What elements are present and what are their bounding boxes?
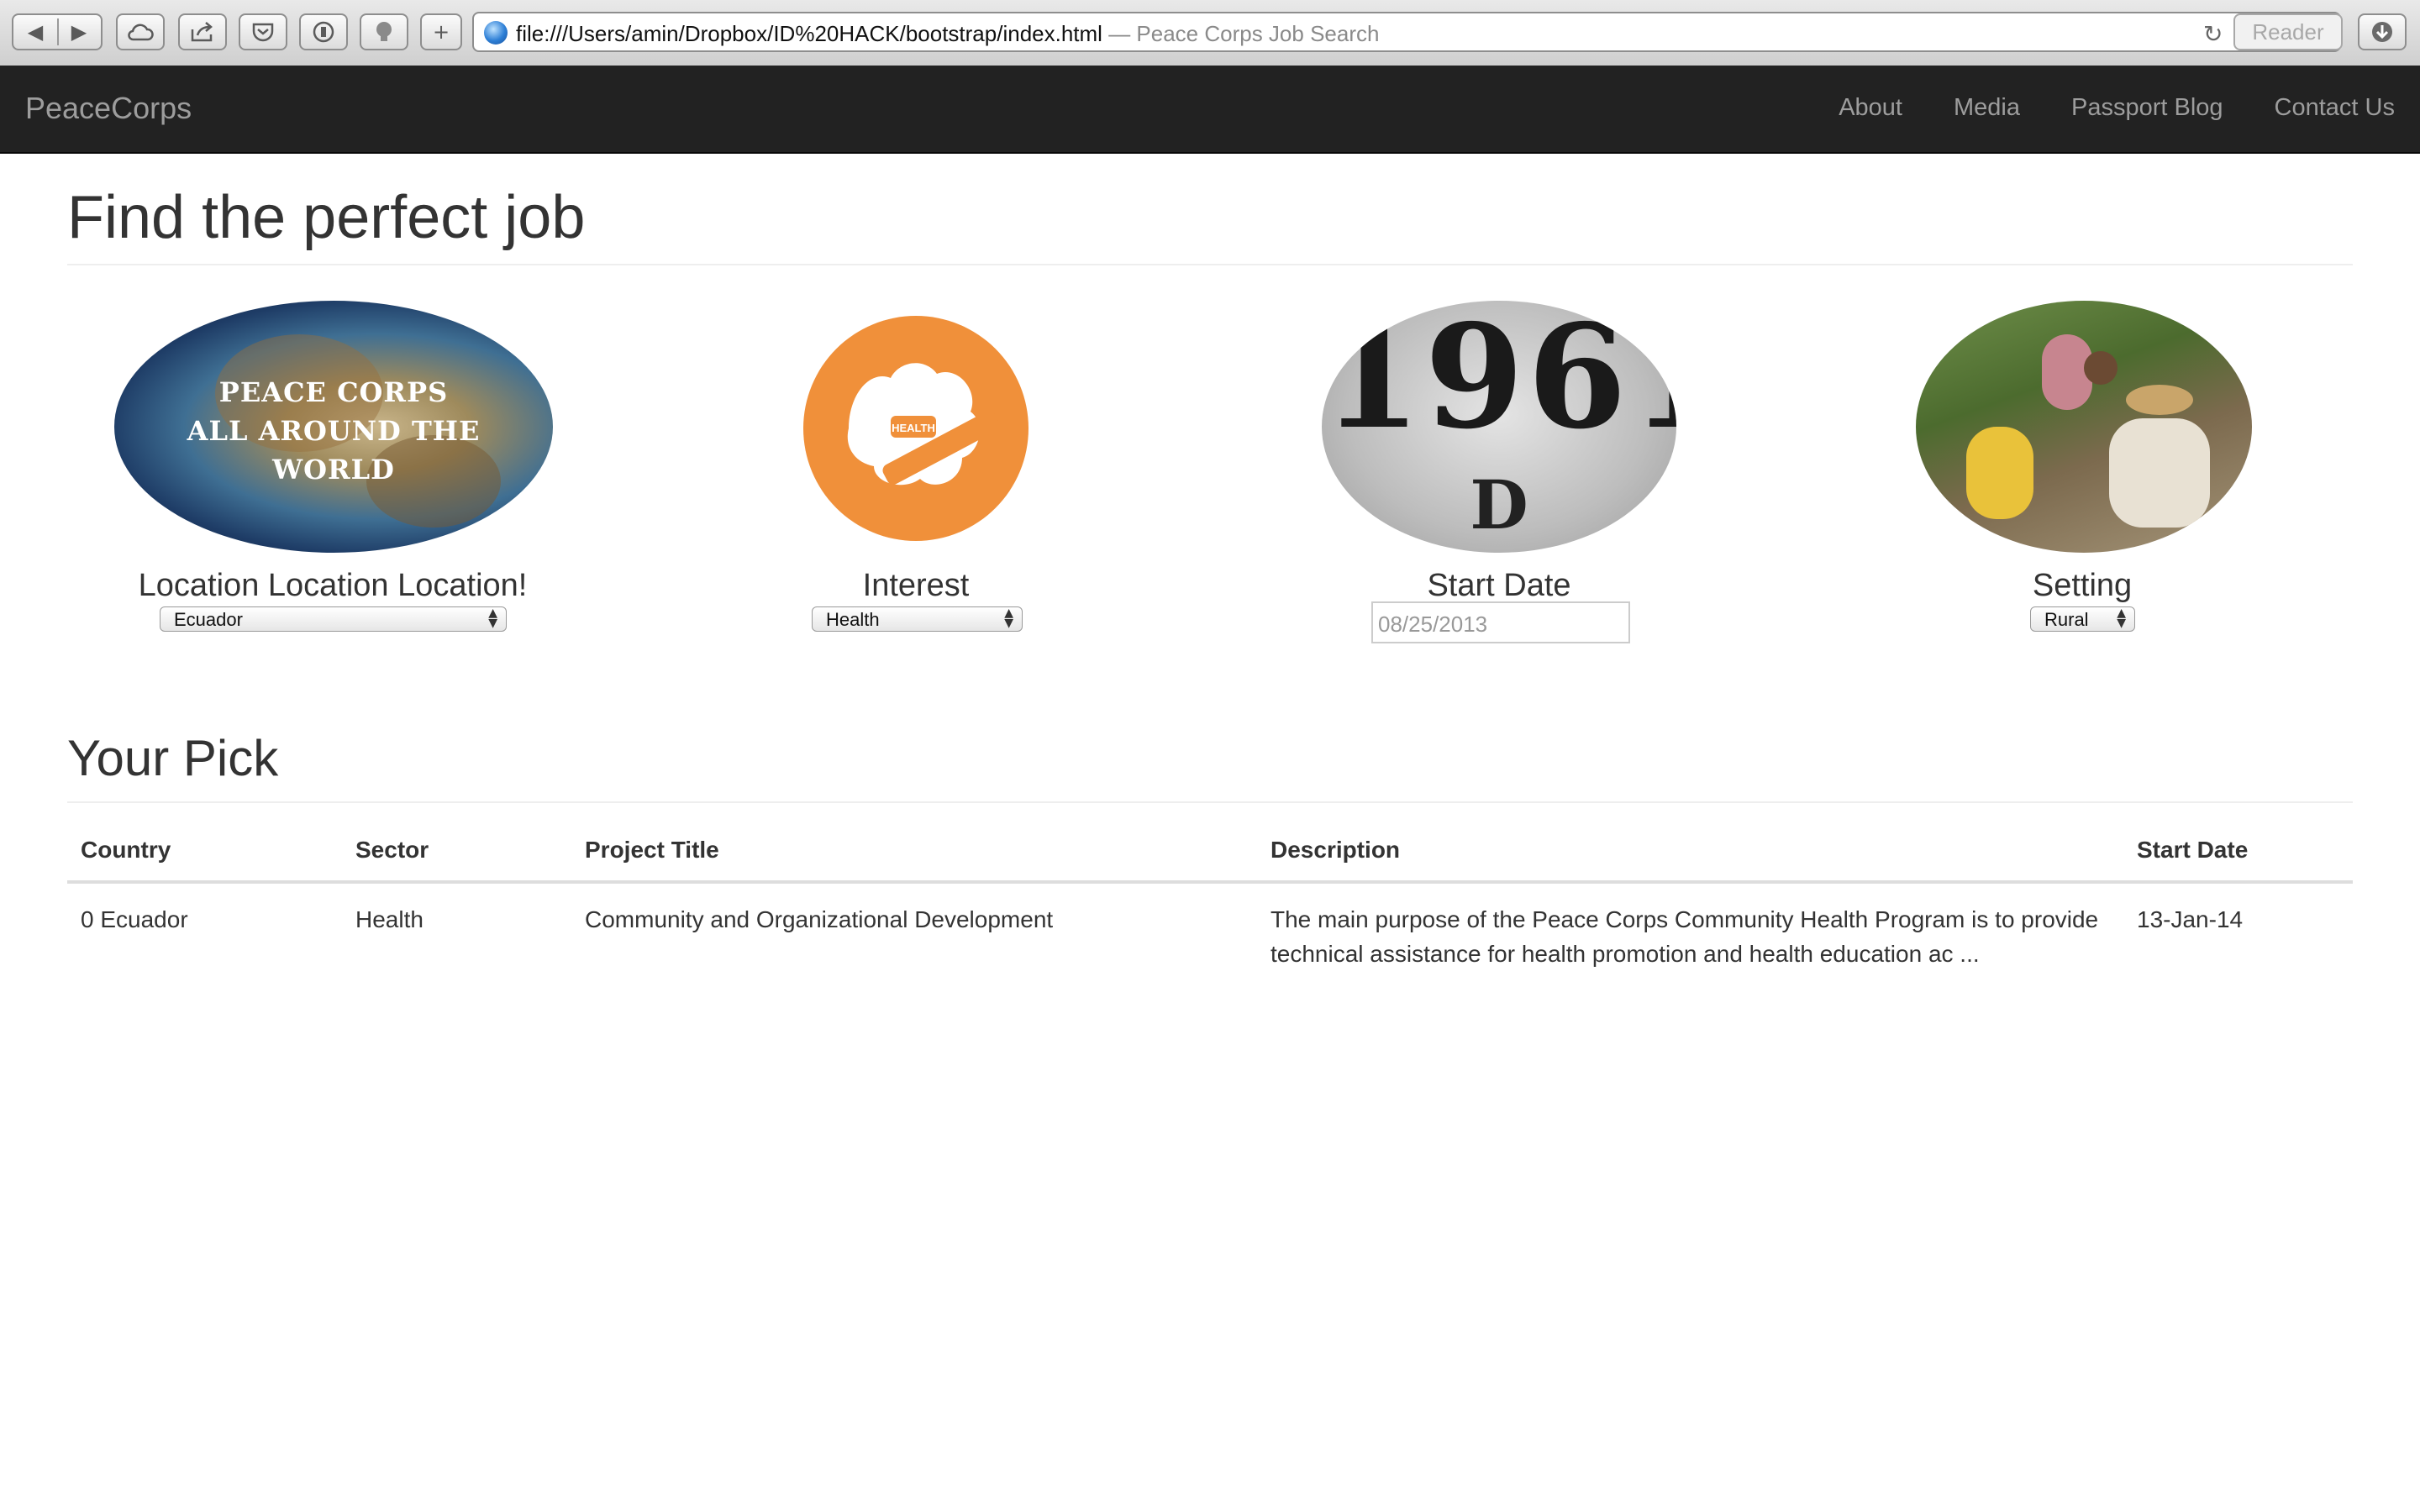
download-icon [2372,22,2392,42]
cell-start-date: 13-Jan-14 [2137,906,2244,932]
location-image: PEACE CORPS ALL AROUND THE WORLD [114,301,553,553]
cell-project-title: Community and Organizational Development [585,906,1054,932]
reader-button[interactable]: Reader [2233,13,2343,50]
downloads-button[interactable] [2358,13,2407,50]
stop-icon [313,21,334,43]
nav-links: About Media Passport Blog Contact Us [1839,94,2420,122]
interest-select[interactable]: Health ▲ ▼ [812,606,1023,632]
new-tab-button[interactable]: + [420,13,462,50]
select-arrows-icon: ▲ ▼ [1004,606,1013,630]
lightbulb-button[interactable] [360,13,408,50]
table-row: 0 Ecuador Health Community and Organizat… [67,882,2353,990]
pocket-icon [252,23,274,42]
setting-select-value: Rural [2044,609,2089,630]
coin-year-text: 1961 [1322,301,1676,461]
select-arrows-icon: ▲ ▼ [488,606,497,630]
interest-label: Interest [862,568,970,603]
nav-link-contact-us[interactable]: Contact Us [2275,94,2395,122]
location-label: Location Location Location! [138,568,528,603]
health-logo: HEALTH [803,316,1028,541]
reload-icon[interactable]: ↻ [2203,20,2223,48]
extension-button[interactable] [299,13,348,50]
page-title-suffix: — Peace Corps Job Search [1108,21,1380,46]
cloud-icon [128,24,154,41]
start-date-image: 1961 D [1322,301,1676,553]
nav-link-passport-blog[interactable]: Passport Blog [2071,94,2223,122]
forward-icon[interactable]: ▶ [57,20,101,44]
column-header-project-title: Project Title [571,816,1257,884]
interest-select-value: Health [826,609,880,630]
results-divider [67,801,2353,803]
icloud-tabs-button[interactable] [116,13,165,50]
title-divider [67,264,2353,265]
column-header-start-date: Start Date [2123,816,2353,884]
coin-mint-mark: D [1470,465,1528,544]
setting-image [1916,301,2252,553]
nav-link-media[interactable]: Media [1954,94,2020,122]
column-header-country: Country [67,816,342,884]
column-header-sector: Sector [342,816,571,884]
pocket-button[interactable] [239,13,287,50]
back-icon[interactable]: ◀ [13,20,57,44]
address-bar[interactable]: file:///Users/amin/Dropbox/ID%20HACK/boo… [472,12,2341,52]
table-header-row: Country Sector Project Title Description… [67,816,2353,884]
share-button[interactable] [178,13,227,50]
setting-label: Setting [2032,568,2133,603]
cell-country: 0 Ecuador [81,906,188,932]
results-table: Country Sector Project Title Description… [67,816,2353,990]
back-forward-buttons[interactable]: ◀ ▶ [12,13,103,50]
cell-description: The main purpose of the Peace Corps Comm… [1270,906,2099,967]
image-caption-line: PEACE CORPS [218,376,449,408]
image-caption-line: ALL AROUND THE [187,415,481,447]
cell-sector: Health [355,906,424,932]
browser-toolbar: ◀ ▶ + file:///Users/amin/Dropbox/ID%20HA… [0,0,2420,67]
location-select-value: Ecuador [174,609,243,630]
location-select[interactable]: Ecuador ▲ ▼ [160,606,507,632]
lightbulb-icon [376,22,392,41]
globe-icon [484,21,508,45]
page-title: Find the perfect job [67,184,586,251]
nav-link-about[interactable]: About [1839,94,1902,122]
image-caption-line: WORLD [272,454,395,486]
brand-link[interactable]: PeaceCorps [25,91,192,126]
site-navbar: PeaceCorps About Media Passport Blog Con… [0,66,2420,154]
url-text[interactable]: file:///Users/amin/Dropbox/ID%20HACK/boo… [516,21,1102,46]
results-title: Your Pick [67,730,279,786]
setting-select[interactable]: Rural ▲ ▼ [2030,606,2135,632]
plus-icon: + [432,20,450,44]
select-arrows-icon: ▲ ▼ [2117,606,2126,630]
interest-image: HEALTH [798,311,1034,546]
start-date-input[interactable]: 08/25/2013 [1371,601,1630,643]
share-icon [191,22,213,42]
health-logo-text: HEALTH [892,422,935,434]
start-date-label: Start Date [1427,568,1571,603]
column-header-description: Description [1257,816,2123,884]
